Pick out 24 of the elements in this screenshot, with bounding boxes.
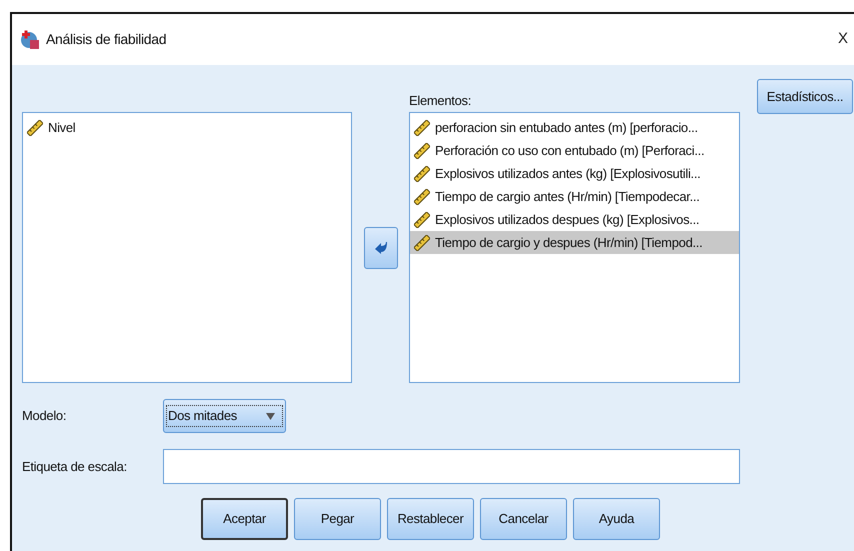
dialog-button[interactable]: Ayuda xyxy=(573,498,660,540)
list-item[interactable]: Nivel xyxy=(23,116,351,139)
model-dropdown[interactable]: Dos mitades xyxy=(163,399,286,433)
move-left-button[interactable] xyxy=(364,226,398,268)
list-item[interactable]: Tiempo de cargio y despues (Hr/min) [Tiempod... xyxy=(410,231,739,254)
close-button[interactable]: X xyxy=(838,28,848,51)
scale-label-field[interactable] xyxy=(163,449,740,484)
dropdown-arrow-icon xyxy=(266,412,275,420)
scale-label: Etiqueta de escala: xyxy=(22,458,128,476)
dialog-button[interactable]: Pegar xyxy=(294,498,381,540)
list-item[interactable]: Perforación co uso con entubado (m) [Perforaci... xyxy=(410,139,739,162)
list-item[interactable]: Explosivos utilizados antes (kg) [Explosivosutili... xyxy=(410,162,739,185)
window-title: Análisis de fiabilidad xyxy=(46,30,166,49)
list-item[interactable]: perforacion sin entubado antes (m) [perforacio... xyxy=(410,116,739,139)
left-arrow-icon xyxy=(374,240,388,254)
dialog-button[interactable]: Restablecer xyxy=(387,498,474,540)
list-item[interactable]: Explosivos utilizados despues (kg) [Explosivos... xyxy=(410,208,739,231)
dialog-button[interactable]: Aceptar xyxy=(201,498,288,540)
app-icon xyxy=(20,30,40,50)
model-label: Modelo: xyxy=(22,407,68,426)
statistics-button[interactable]: Estadísticos... xyxy=(757,79,853,114)
items-label: Elementos: xyxy=(409,92,472,110)
list-item[interactable]: Tiempo de cargio antes (Hr/min) [Tiempodecar... xyxy=(410,185,739,208)
dialog-button[interactable]: Cancelar xyxy=(480,498,567,540)
